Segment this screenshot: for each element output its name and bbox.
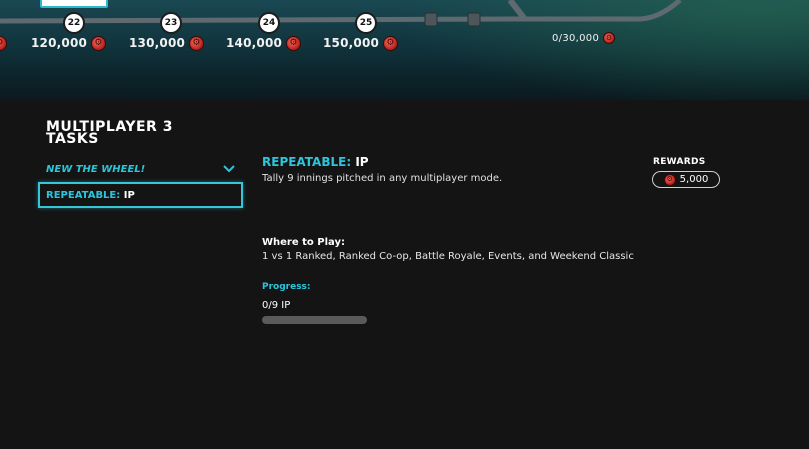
rewards-label: REWARDS xyxy=(653,157,706,167)
task-detail-title: REPEATABLE: IP xyxy=(262,155,369,169)
chevron-down-icon xyxy=(223,165,235,173)
progress-bar xyxy=(262,316,367,324)
progress-value: 0/9 IP xyxy=(262,300,291,311)
track-node-24[interactable]: 24 xyxy=(258,12,280,34)
track-node-25[interactable]: 25 xyxy=(355,12,377,34)
milestone-23[interactable]: 130,000 ⚙ xyxy=(129,34,205,52)
track-line xyxy=(0,0,682,27)
reward-badge: ⚙ 5,000 xyxy=(652,171,720,188)
stubs-coin-icon: ⚙ xyxy=(383,35,399,51)
milestone-25[interactable]: 150,000 ⚙ xyxy=(323,34,399,52)
stubs-coin-icon: ⚙ xyxy=(189,35,205,51)
progress-label: Progress: xyxy=(262,282,311,292)
task-detail-title-name: IP xyxy=(355,155,369,169)
program-rewards-track: 22 23 24 25 ⚙ 120,000 ⚙ 130,000 ⚙ 140,00… xyxy=(0,0,809,100)
program-title: MULTIPLAYER 3 TASKS xyxy=(46,119,173,147)
milestone-prev-coin: ⚙ xyxy=(0,34,7,52)
milestone-reward: 120,000 xyxy=(31,36,88,50)
milestone-reward: 130,000 xyxy=(129,36,186,50)
milestone-24[interactable]: 140,000 ⚙ xyxy=(226,34,302,52)
task-group-label: NEW THE WHEEL! xyxy=(46,163,146,175)
where-to-play-label: Where to Play: xyxy=(262,237,345,248)
stubs-coin-icon: ⚙ xyxy=(0,35,7,51)
total-progress-value: 0/30,000 xyxy=(552,32,600,44)
task-item-repeatable-ip[interactable]: REPEATABLE: IP xyxy=(38,182,243,208)
track-total-progress: 0/30,000 ⚙ xyxy=(552,32,616,44)
stubs-coin-icon: ⚙ xyxy=(663,173,676,186)
task-item-name: IP xyxy=(123,189,135,201)
task-description: Tally 9 innings pitched in any multiplay… xyxy=(262,173,503,184)
stubs-coin-icon: ⚙ xyxy=(91,35,107,51)
stubs-coin-icon: ⚙ xyxy=(286,35,302,51)
task-detail-title-prefix: REPEATABLE: xyxy=(262,155,352,169)
where-to-play-value: 1 vs 1 Ranked, Ranked Co-op, Battle Roya… xyxy=(262,251,634,262)
track-node-22[interactable]: 22 xyxy=(63,12,85,34)
reward-amount: 5,000 xyxy=(679,174,709,185)
task-item-prefix: REPEATABLE: xyxy=(46,189,121,201)
milestone-reward: 150,000 xyxy=(323,36,380,50)
track-node-23[interactable]: 23 xyxy=(160,12,182,34)
task-group-header[interactable]: NEW THE WHEEL! xyxy=(46,160,236,178)
stubs-coin-icon: ⚙ xyxy=(603,32,616,44)
milestone-22[interactable]: 120,000 ⚙ xyxy=(31,34,107,52)
milestone-reward: 140,000 xyxy=(226,36,283,50)
